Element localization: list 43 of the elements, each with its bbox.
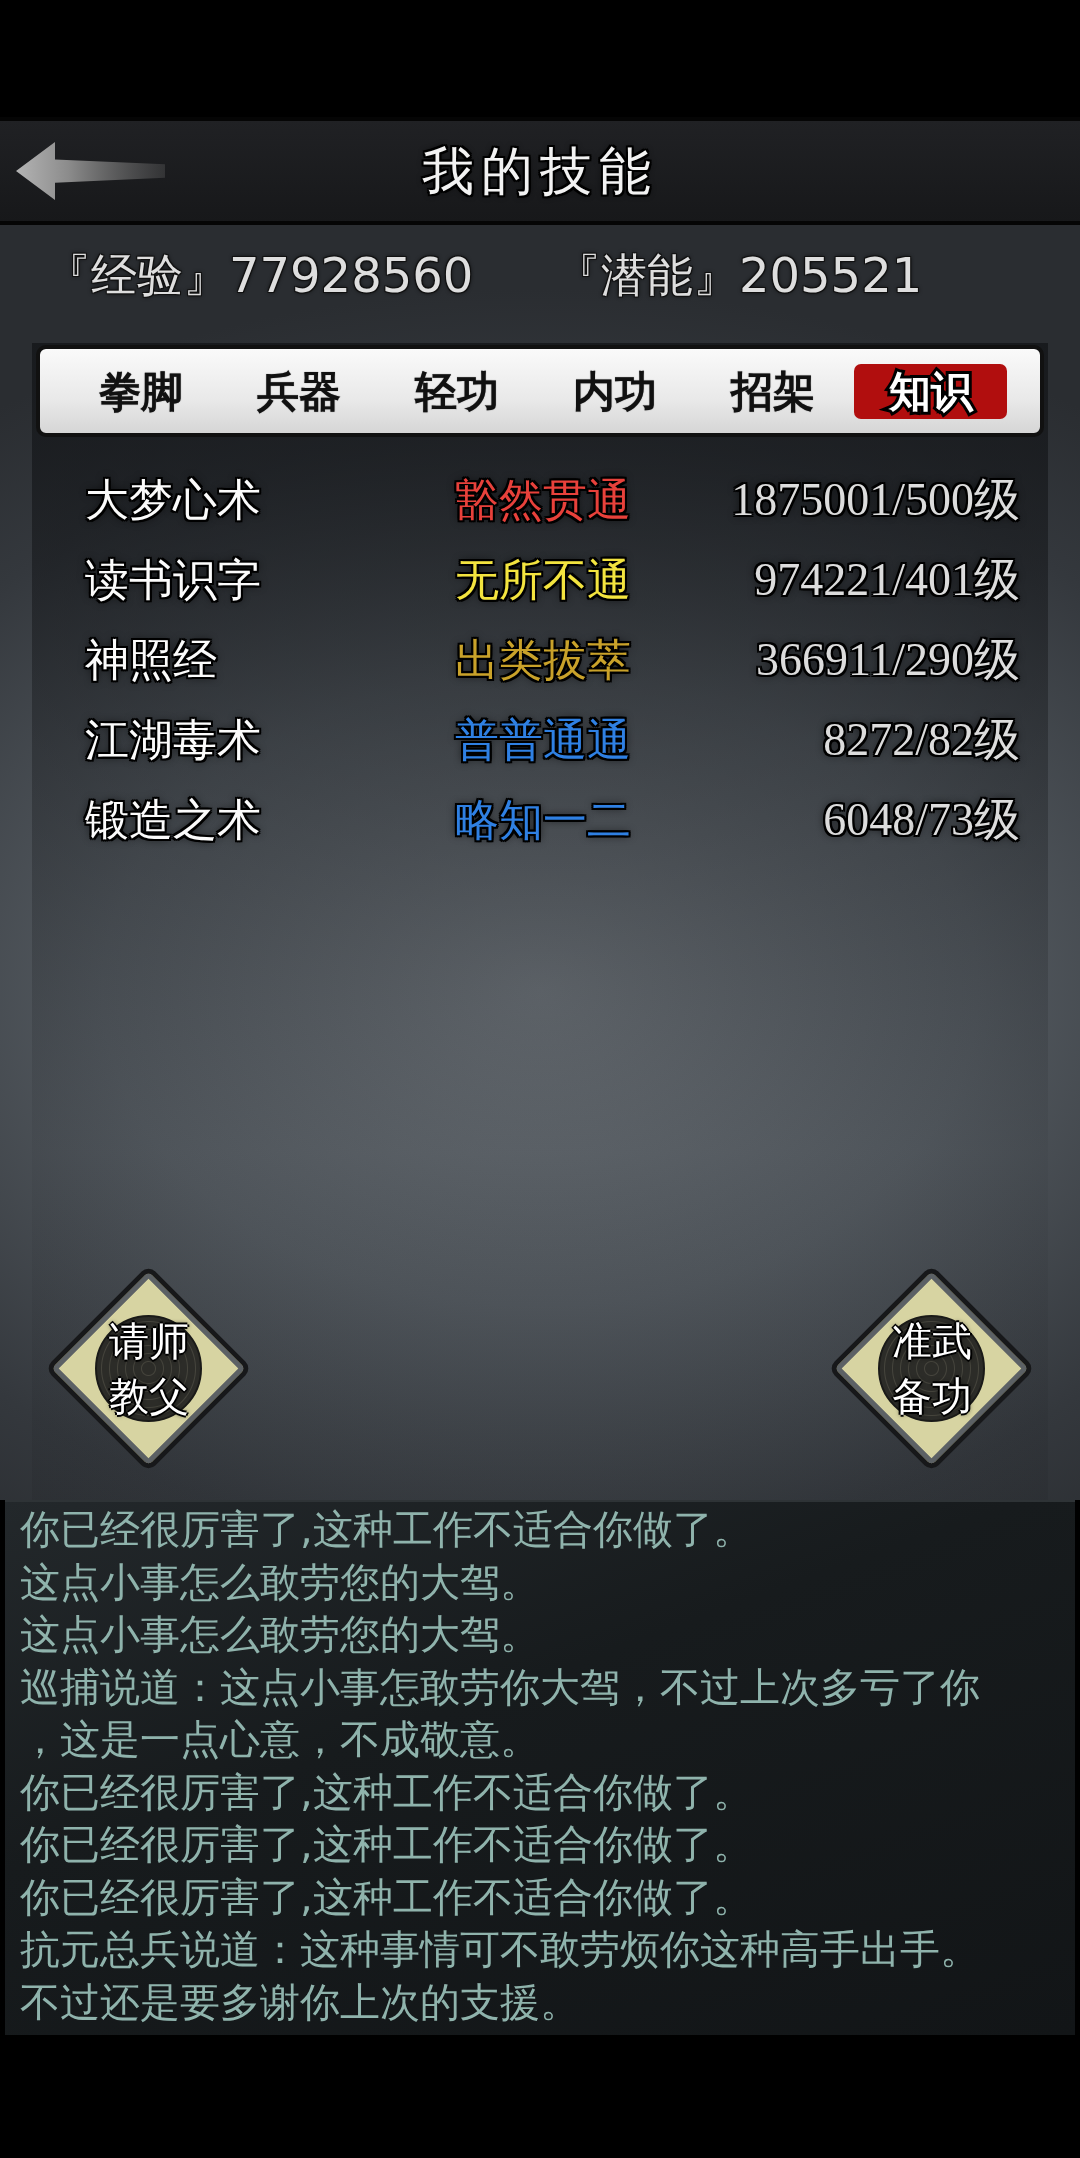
skill-name: 读书识字 (85, 553, 261, 607)
diamond-button[interactable]: 请师教父 (45, 1265, 252, 1472)
stat-value: 77928560 (229, 246, 474, 305)
skill-rank: 豁然贯通 (455, 473, 631, 527)
skill-name: 神照经 (85, 633, 217, 687)
log-line: 你已经很厉害了,这种工作不适合你做了。 (20, 1505, 754, 1554)
tab[interactable]: 拳脚 (64, 363, 217, 419)
log-line: 不过还是要多谢你上次的支援。 (20, 1977, 581, 2027)
tab[interactable]: 内功 (538, 363, 691, 419)
skill-grade: /401级 (892, 553, 1020, 607)
skill-points: 366911 (755, 633, 893, 687)
stat-value: 205521 (739, 246, 923, 305)
skill-name: 大梦心术 (85, 473, 261, 527)
skill-points: 8272 (823, 713, 916, 767)
skill-name: 江湖毒术 (85, 713, 261, 767)
skill-name: 锻造之术 (85, 793, 261, 847)
skill-rank: 无所不通 (455, 553, 631, 607)
log-line: 巡捕说道：这点小事怎敢劳你大驾，不过上次多亏了你，这是一点心意，不成敬意。 (20, 1662, 981, 1764)
tab[interactable]: 招架 (696, 363, 849, 419)
tab[interactable]: 轻功 (380, 363, 533, 419)
stat-label: 『潜能』 (555, 247, 739, 304)
diamond-button[interactable]: 准武备功 (828, 1265, 1035, 1472)
skill-grade: /290级 (892, 633, 1020, 687)
skill-points: 1875001 (731, 473, 893, 527)
log-line: 这点小事怎么敢劳您的大驾。 (20, 1557, 541, 1607)
log-line: 抗元总兵说道：这种事情可不敢劳烦你这种高手出手。 (20, 1925, 981, 1974)
page-title: 我的技能 (422, 140, 658, 203)
tab[interactable]: 兵器 (222, 363, 375, 419)
log-line: 你已经很厉害了,这种工作不适合你做了。 (20, 1872, 754, 1922)
skill-grade: /82级 (915, 713, 1020, 767)
tab[interactable]: 知识 (854, 363, 1007, 419)
skill-grade: /500级 (892, 473, 1020, 527)
skill-rank: 略知一二 (455, 793, 631, 847)
log-line: 你已经很厉害了,这种工作不适合你做了。 (20, 1820, 754, 1869)
skill-points: 974221 (754, 553, 893, 607)
log-line: 这点小事怎么敢劳您的大驾。 (20, 1610, 541, 1659)
back-arrow-icon[interactable] (15, 140, 165, 202)
skill-rank: 出类拔萃 (455, 633, 631, 687)
log-line: 你已经很厉害了,这种工作不适合你做了。 (20, 1767, 754, 1817)
skill-points: 6048 (823, 793, 916, 847)
skill-rank: 普普通通 (455, 713, 631, 767)
skill-grade: /73级 (915, 793, 1020, 847)
stat-label: 『经验』 (45, 247, 229, 304)
